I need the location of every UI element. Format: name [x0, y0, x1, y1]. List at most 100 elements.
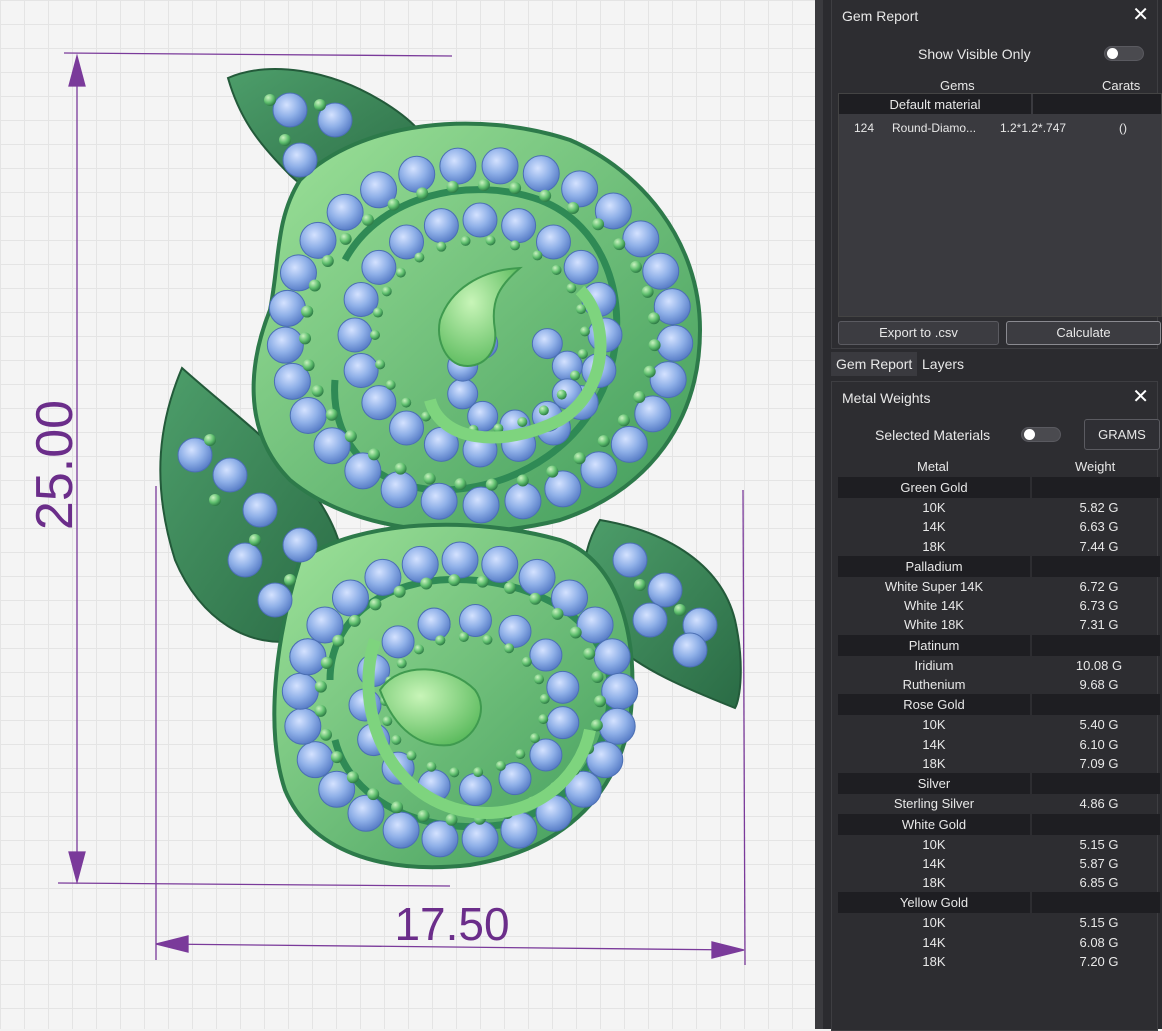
gem-stone	[441, 541, 479, 579]
carats-column-header[interactable]: Carats	[1102, 78, 1140, 93]
gem-stone	[458, 773, 492, 807]
metal-weight: 6.72 G	[1079, 578, 1119, 594]
gem-stone	[272, 92, 308, 128]
metal-bead	[391, 734, 402, 745]
metal-bead	[314, 680, 327, 693]
gem-stone	[529, 638, 563, 672]
table-row[interactable]: White 14K 6.73 G	[838, 596, 1160, 615]
metal-bead	[521, 656, 532, 667]
metal-bead	[509, 182, 522, 195]
metal-bead	[330, 751, 343, 764]
metal-bead	[204, 434, 216, 446]
metal-group-row: Platinum	[838, 634, 1160, 656]
metal-bead	[396, 658, 407, 669]
gem-stone	[610, 425, 648, 463]
table-row[interactable]: Ruthenium 9.68 G	[838, 675, 1160, 694]
metal-bead	[556, 389, 567, 400]
table-row[interactable]: 18K 7.44 G	[838, 537, 1160, 556]
metal-bead	[648, 339, 661, 352]
selected-materials-toggle[interactable]	[1021, 427, 1061, 442]
gem-stone	[361, 249, 397, 285]
calculate-button[interactable]: Calculate	[1006, 321, 1161, 345]
metal-bead	[346, 771, 359, 784]
metal-bead	[321, 254, 334, 267]
metal-bead	[629, 260, 642, 273]
metal-bead	[308, 279, 321, 292]
metal-weight: 6.10 G	[1079, 736, 1119, 752]
metal-weight: 7.44 G	[1079, 538, 1119, 554]
column-divider	[1030, 892, 1032, 914]
show-visible-only-toggle[interactable]	[1104, 46, 1144, 61]
table-row[interactable]: 18K 6.85 G	[838, 873, 1160, 892]
metal-group-row: Green Gold	[838, 477, 1160, 498]
metal-bead	[538, 714, 549, 725]
table-row[interactable]: 18K 7.09 G	[838, 754, 1160, 773]
metal-bead	[583, 647, 596, 660]
metal-bead	[406, 750, 417, 761]
metal-bead	[567, 201, 580, 214]
tab-gem-report[interactable]: Gem Report	[831, 352, 918, 376]
metal-group-name: Green Gold	[900, 480, 968, 495]
metal-bead	[311, 384, 324, 397]
export-csv-button[interactable]: Export to .csv	[838, 321, 999, 345]
metal-bead	[597, 435, 610, 448]
metal-bead	[279, 134, 291, 146]
column-divider	[1030, 634, 1032, 656]
metal-group-name: Palladium	[905, 558, 963, 574]
metal-bead	[367, 788, 380, 801]
metal-bead	[517, 416, 528, 427]
table-row[interactable]: Iridium 10.08 G	[838, 656, 1160, 675]
close-icon[interactable]: ✕	[1132, 4, 1149, 26]
metal-bead	[426, 761, 437, 772]
table-row[interactable]: 10K 5.82 G	[838, 498, 1160, 517]
metal-group-row: Yellow Gold	[838, 892, 1160, 914]
metal-weight: 7.09 G	[1079, 755, 1119, 771]
metal-bead	[299, 332, 312, 345]
gem-stone	[546, 670, 580, 704]
gem-table[interactable]: Default material 124 Round-Diamo... 1.2*…	[838, 93, 1162, 317]
metal-bead	[454, 478, 467, 491]
metal-group-row: Palladium	[838, 555, 1160, 577]
gem-stone	[421, 820, 459, 858]
metal-bead	[613, 238, 626, 251]
table-row[interactable]: 14K 6.08 G	[838, 933, 1160, 952]
gem-stone	[529, 738, 563, 772]
table-row[interactable]: 10K 5.40 G	[838, 715, 1160, 734]
table-row[interactable]: 18K 7.20 G	[838, 952, 1160, 971]
table-row[interactable]: 14K 6.63 G	[838, 517, 1160, 536]
gem-stone	[561, 170, 599, 208]
metal-bead	[477, 179, 490, 192]
metal-name: White 18K	[904, 617, 964, 633]
metal-column-header[interactable]: Metal	[917, 459, 949, 474]
viewport-canvas[interactable]: 25.00 17.50	[0, 0, 815, 1029]
table-row[interactable]: 10K 5.15 G	[838, 913, 1160, 932]
table-row[interactable]: Sterling Silver 4.86 G	[838, 794, 1160, 813]
material-group-name: Default material	[889, 97, 981, 112]
table-row[interactable]: 14K 6.10 G	[838, 735, 1160, 754]
weight-column-header[interactable]: Weight	[1075, 459, 1115, 474]
column-divider	[1030, 555, 1032, 577]
metal-weight: 4.86 G	[1079, 796, 1119, 812]
metal-weights-table[interactable]: Green Gold 10K 5.82 G 14K 6.63 G 18K 7.44 G Pal…	[838, 477, 1160, 971]
table-row[interactable]: White Super 14K 6.72 G	[838, 577, 1160, 596]
tab-layers[interactable]: Layers	[917, 352, 969, 376]
gems-column-header[interactable]: Gems	[940, 78, 975, 93]
gem-stone	[281, 672, 319, 710]
metal-bead	[420, 577, 433, 590]
jewelry-model[interactable]	[159, 68, 742, 870]
metal-bead	[641, 285, 654, 298]
gem-stone	[498, 614, 532, 648]
gem-stone	[361, 385, 397, 421]
metal-bead	[570, 370, 581, 381]
units-button[interactable]: GRAMS	[1084, 419, 1160, 450]
metal-bead	[573, 452, 586, 465]
table-row[interactable]: 14K 5.87 G	[838, 854, 1160, 873]
3d-viewport[interactable]: 25.00 17.50	[0, 0, 815, 1029]
close-icon[interactable]: ✕	[1132, 386, 1149, 408]
metal-bead	[348, 614, 361, 627]
gem-stone	[282, 142, 318, 178]
table-row[interactable]: White 18K 7.31 G	[838, 615, 1160, 634]
metal-bead	[592, 218, 605, 231]
table-row[interactable]: 10K 5.15 G	[838, 835, 1160, 854]
metal-weight: 7.31 G	[1079, 617, 1119, 633]
